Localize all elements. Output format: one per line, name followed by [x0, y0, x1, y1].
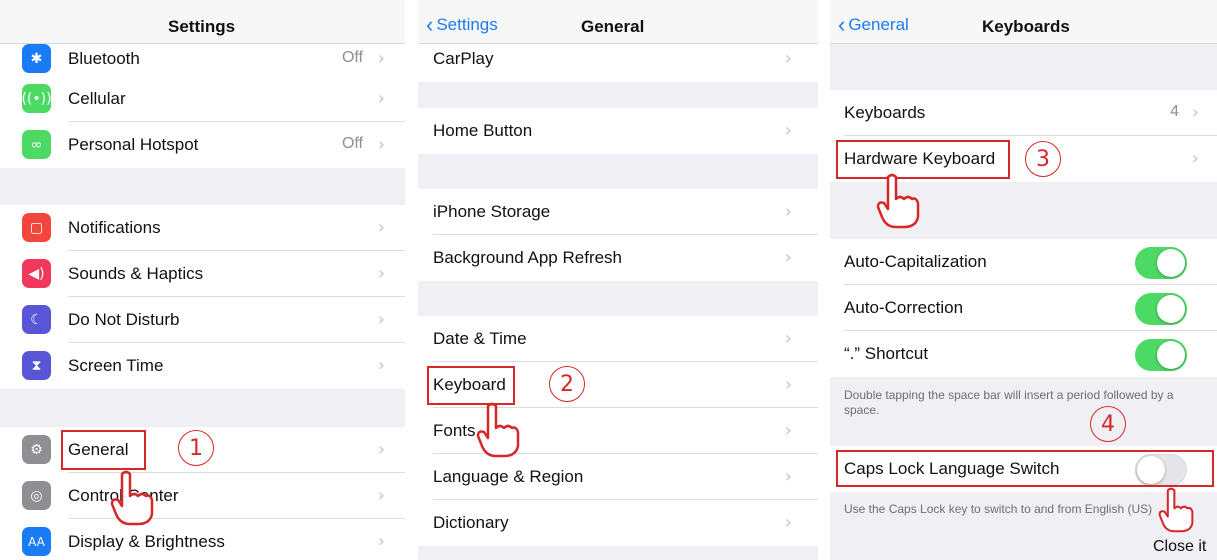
general-row-dictionary[interactable]: Dictionary ›: [418, 500, 818, 546]
settings-row-control-center[interactable]: ◎ Control Center ›: [0, 473, 405, 519]
settings-row-notifications[interactable]: ▢ Notifications ›: [0, 205, 405, 251]
chevron-right-icon: ›: [784, 374, 792, 395]
caps-lock-footnote: Use the Caps Lock key to switch to and f…: [844, 502, 1153, 516]
keyboards-panel: Keyboards 4 › Hardware Keyboard › Auto-C…: [830, 0, 1217, 560]
settings-row-sounds[interactable]: ◀) Sounds & Haptics ›: [0, 251, 405, 297]
general-row-language-region[interactable]: Language & Region ›: [418, 454, 818, 500]
back-button[interactable]: ‹ Settings: [426, 14, 498, 36]
speaker-icon: ◀): [22, 259, 51, 288]
general-row-iphone-storage[interactable]: iPhone Storage ›: [418, 189, 818, 235]
chevron-right-icon: ›: [377, 531, 385, 552]
settings-row-cellular[interactable]: ((•)) Cellular ›: [0, 76, 405, 122]
settings-navbar: Settings: [0, 0, 405, 44]
general-row-background-refresh[interactable]: Background App Refresh ›: [418, 235, 818, 281]
text-size-icon: AA: [22, 527, 51, 556]
pointing-hand-icon: [1158, 487, 1194, 533]
keyboards-row-shortcut: “.” Shortcut: [830, 331, 1217, 377]
hotspot-icon: ∞: [22, 130, 51, 159]
pointing-hand-icon: [110, 470, 154, 526]
notifications-icon: ▢: [22, 213, 51, 242]
hourglass-icon: ⧗: [22, 351, 51, 380]
keyboards-row-auto-correction: Auto-Correction: [830, 285, 1217, 331]
chevron-right-icon: ›: [377, 439, 385, 460]
pointing-hand-icon: [476, 402, 520, 458]
chevron-right-icon: ›: [784, 201, 792, 222]
back-button[interactable]: ‹ General: [838, 14, 909, 36]
general-panel: CarPlay › Home Button › iPhone Storage ›…: [418, 0, 818, 560]
chevron-right-icon: ›: [784, 512, 792, 533]
settings-row-personal-hotspot[interactable]: ∞ Personal Hotspot Off ›: [0, 122, 405, 168]
step-number: 4: [1090, 406, 1126, 442]
general-row-date-time[interactable]: Date & Time ›: [418, 316, 818, 362]
chevron-right-icon: ›: [377, 485, 385, 506]
chevron-right-icon: ›: [784, 328, 792, 349]
chevron-right-icon: ›: [377, 309, 385, 330]
toggles-icon: ◎: [22, 481, 51, 510]
antenna-icon: ((•)): [21, 84, 52, 113]
highlight-box: [427, 366, 515, 405]
highlight-box: [836, 450, 1214, 487]
period-shortcut-toggle[interactable]: [1135, 339, 1187, 371]
settings-row-do-not-disturb[interactable]: ☾ Do Not Disturb ›: [0, 297, 405, 343]
chevron-right-icon: ›: [377, 134, 385, 155]
settings-row-screen-time[interactable]: ⧗ Screen Time ›: [0, 343, 405, 389]
step-number: 2: [549, 366, 585, 402]
step-number: 1: [178, 430, 214, 466]
highlight-box: [836, 140, 1010, 179]
pointing-hand-icon: [876, 173, 920, 229]
close-it-caption: Close it: [1153, 538, 1207, 555]
keyboards-navbar: ‹ General Keyboards: [830, 0, 1217, 44]
page-title: Keyboards: [982, 17, 1070, 36]
auto-capitalization-toggle[interactable]: [1135, 247, 1187, 279]
chevron-right-icon: ›: [784, 466, 792, 487]
page-title: General: [581, 17, 645, 36]
auto-correction-toggle[interactable]: [1135, 293, 1187, 325]
keyboards-row-auto-capitalization: Auto-Capitalization: [830, 239, 1217, 285]
settings-panel: ✱ Bluetooth Off › ((•)) Cellular › ∞ Per…: [0, 0, 405, 560]
general-row-home-button[interactable]: Home Button ›: [418, 108, 818, 154]
chevron-right-icon: ›: [1191, 102, 1199, 123]
chevron-right-icon: ›: [784, 247, 792, 268]
chevron-right-icon: ›: [377, 48, 385, 69]
bluetooth-icon: ✱: [22, 44, 51, 73]
general-navbar: ‹ Settings General: [418, 0, 818, 44]
chevron-right-icon: ›: [1191, 148, 1199, 169]
chevron-right-icon: ›: [784, 420, 792, 441]
chevron-right-icon: ›: [377, 88, 385, 109]
chevron-left-icon: ‹: [426, 12, 434, 37]
chevron-right-icon: ›: [377, 355, 385, 376]
chevron-right-icon: ›: [377, 263, 385, 284]
keyboards-row-keyboards[interactable]: Keyboards 4 ›: [830, 90, 1217, 136]
chevron-left-icon: ‹: [838, 12, 846, 37]
period-shortcut-footnote: Double tapping the space bar will insert…: [844, 388, 1174, 417]
chevron-right-icon: ›: [784, 120, 792, 141]
moon-icon: ☾: [22, 305, 51, 334]
highlight-box: [61, 430, 146, 470]
chevron-right-icon: ›: [784, 48, 792, 69]
gear-icon: ⚙: [22, 435, 51, 464]
settings-row-display[interactable]: AA Display & Brightness ›: [0, 519, 405, 560]
step-number: 3: [1025, 141, 1061, 177]
chevron-right-icon: ›: [377, 217, 385, 238]
page-title: Settings: [168, 17, 236, 36]
